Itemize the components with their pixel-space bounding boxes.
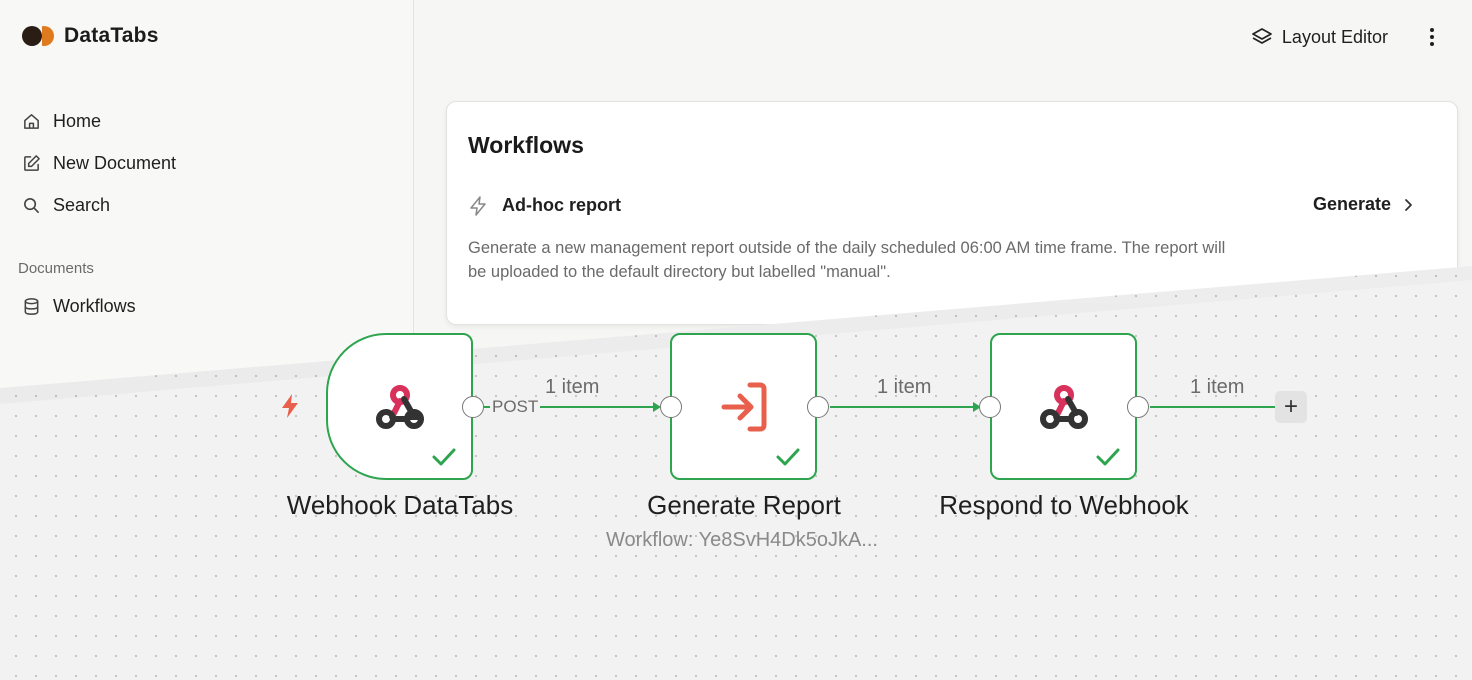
workflow-description: Generate a new management report outside…: [468, 239, 1226, 281]
sidebar-item-label: Home: [53, 111, 102, 131]
node-output-port[interactable]: [807, 396, 829, 418]
sidebar-item-label: New Document: [53, 153, 177, 173]
add-node-button[interactable]: +: [1275, 391, 1307, 423]
webhook-icon: [375, 384, 424, 429]
layout-editor-button[interactable]: Layout Editor: [1251, 26, 1388, 48]
database-icon: [24, 298, 39, 315]
edge-item-count: 1 item: [1190, 376, 1245, 398]
edit-icon: [24, 155, 40, 171]
workflow-row: Ad-hoc report: [468, 195, 621, 216]
layout-editor-label: Layout Editor: [1281, 26, 1388, 47]
bolt-icon: [470, 195, 486, 216]
chevron-right-icon: [1405, 198, 1412, 211]
generate-label: Generate: [1312, 194, 1391, 214]
workflow-name: Ad-hoc report: [502, 195, 621, 215]
card-title: Workflows: [468, 132, 584, 158]
sidebar-item-label: Search: [53, 195, 111, 215]
more-vertical-icon[interactable]: [1422, 24, 1442, 50]
generate-button[interactable]: Generate: [1313, 194, 1415, 215]
node-sublabel: Workflow: Ye8SvH4Dk5oJkA...: [606, 529, 878, 551]
sidebar-item-home[interactable]: Home: [22, 111, 101, 132]
node-label: Webhook DataTabs: [286, 490, 514, 520]
documents-section-label: Documents: [18, 260, 94, 277]
plus-icon: +: [1283, 393, 1298, 420]
layers-icon: [1252, 28, 1272, 44]
success-check-icon: [1096, 448, 1120, 466]
success-check-icon: [432, 448, 456, 466]
sidebar-item-workflows[interactable]: Workflows: [22, 296, 136, 317]
node-input-port[interactable]: [979, 396, 1001, 418]
trigger-bolt-icon: [282, 394, 298, 418]
sign-in-icon: [721, 382, 766, 431]
node-webhook-datatabs[interactable]: [326, 333, 473, 480]
node-label: Respond to Webhook: [939, 490, 1189, 520]
success-check-icon: [776, 448, 800, 466]
edge-item-count: 1 item: [877, 376, 932, 398]
search-icon: [24, 198, 39, 213]
node-respond-to-webhook[interactable]: [990, 333, 1137, 480]
edge-item-count: 1 item: [545, 376, 600, 398]
topbar-actions: Layout Editor: [1251, 24, 1442, 50]
node-label: Generate Report: [647, 490, 841, 520]
node-input-port[interactable]: [660, 396, 682, 418]
sidebar-item-label: Workflows: [53, 296, 136, 316]
sidebar-item-new-document[interactable]: New Document: [22, 153, 176, 174]
edge-method-label: POST: [490, 397, 541, 417]
node-generate-report[interactable]: [670, 333, 817, 480]
node-output-port[interactable]: [462, 396, 484, 418]
home-icon: [24, 114, 39, 129]
sidebar-item-search[interactable]: Search: [22, 195, 110, 216]
brand-name: DataTabs: [64, 24, 159, 47]
datatabs-logo-icon: [22, 24, 54, 48]
brand[interactable]: DataTabs: [22, 24, 159, 48]
node-output-port[interactable]: [1127, 396, 1149, 418]
webhook-icon: [1039, 384, 1088, 429]
